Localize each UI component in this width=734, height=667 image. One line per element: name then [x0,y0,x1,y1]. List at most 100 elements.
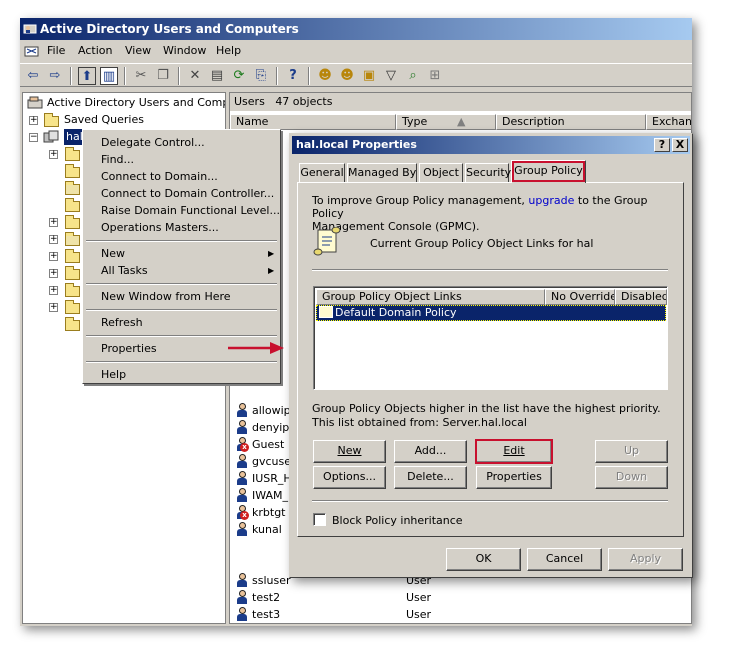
menu-item-delegate-control[interactable]: Delegate Control... [101,136,205,149]
up-button[interactable]: Up [595,440,668,463]
delete-button[interactable]: Delete... [394,466,467,489]
tab-group-policy[interactable]: Group Policy [511,160,586,183]
close-icon[interactable]: X [672,138,688,152]
menu-help[interactable]: Help [216,44,241,57]
apply-button[interactable]: Apply [608,548,683,571]
expand-icon[interactable]: + [49,150,58,159]
menu-bar: File Action View Window Help [20,41,692,61]
new-group-icon[interactable]: ☻ [338,67,356,85]
new-ou-icon[interactable]: ▣ [360,67,378,85]
list-item[interactable]: IWAM_ [236,488,288,504]
refresh-icon[interactable]: ⟳ [230,67,248,85]
expand-icon[interactable]: + [49,269,58,278]
expand-icon[interactable]: + [49,218,58,227]
gpo-row-default-domain-policy[interactable]: Default Domain Policy [316,305,666,321]
menu-item-help[interactable]: Help [101,368,126,381]
expand-icon[interactable]: + [49,252,58,261]
cancel-button[interactable]: Cancel [527,548,602,571]
gpo-column-no-override[interactable]: No Override [545,289,615,305]
tab-managed-by[interactable]: Managed By [347,163,417,182]
cut-icon[interactable]: ✂ [132,67,150,85]
filter-icon[interactable]: ▽ [382,67,400,85]
add-button[interactable]: Add... [394,440,467,463]
upgrade-link[interactable]: upgrade [528,194,574,207]
down-button[interactable]: Down [595,466,668,489]
gpo-column-disabled[interactable]: Disabled [615,289,667,305]
ou-folder-icon [65,181,80,195]
menu-file[interactable]: File [47,44,65,57]
back-arrow-icon[interactable]: ⇦ [24,67,42,85]
up-folder-icon[interactable]: ⬆ [78,67,96,85]
toolbar: ⇦ ⇨ ⬆ ▥ ✂ ❐ ✕ ▤ ⟳ ⎘ ? ☻ ☻ ▣ ▽ ⌕ ⊞ [20,63,692,87]
list-item[interactable]: allowips [236,403,296,419]
list-item[interactable]: gvcuse [236,454,291,470]
delete-icon[interactable]: ✕ [186,67,204,85]
list-item[interactable]: test3 User [236,607,431,623]
dialog-title-bar[interactable]: hal.local Properties ? X [292,136,690,154]
list-item[interactable]: IUSR_H [236,471,292,487]
expand-icon[interactable]: + [49,303,58,312]
menu-item-all-tasks[interactable]: All Tasks [101,264,148,277]
menu-action[interactable]: Action [78,44,112,57]
forward-arrow-icon[interactable]: ⇨ [46,67,64,85]
mmc-window-icon[interactable] [24,43,40,59]
list-item[interactable]: kunal [236,522,282,538]
list-item[interactable]: test2 User [236,590,431,606]
gpo-links-list[interactable]: Group Policy Object Links No Override Di… [313,286,668,390]
tree-item-saved-queries[interactable]: + Saved Queries [23,112,225,128]
gpo-column-links[interactable]: Group Policy Object Links [316,289,545,305]
folder-icon [65,317,80,331]
edit-button[interactable]: Edit [475,439,553,464]
tab-security[interactable]: Security [465,163,511,182]
menu-view[interactable]: View [125,44,151,57]
menu-item-connect-dc[interactable]: Connect to Domain Controller... [101,187,274,200]
find-icon[interactable]: ⌕ [404,67,422,85]
expand-icon[interactable]: + [49,286,58,295]
menu-item-properties[interactable]: Properties [101,342,157,355]
column-header-exchange[interactable]: Exchang [646,114,691,130]
new-button[interactable]: New [313,440,386,463]
properties-button[interactable]: Properties [476,466,552,489]
menu-item-operations-masters[interactable]: Operations Masters... [101,221,219,234]
list-item[interactable]: ssluser User [236,573,431,589]
export-icon[interactable]: ⎘ [252,67,270,85]
help-icon[interactable]: ? [284,67,302,85]
expand-icon[interactable]: + [29,116,38,125]
list-item[interactable]: x Guest [236,437,284,453]
column-header-description[interactable]: Description [496,114,646,130]
list-item-type: User [406,591,432,604]
list-item-name: Guest [252,438,285,451]
folder-icon [65,147,80,161]
tab-object[interactable]: Object [419,163,463,182]
new-user-icon[interactable]: ☻ [316,67,334,85]
folder-icon [65,249,80,263]
block-inheritance-label: Block Policy inheritance [332,514,463,527]
copy-icon[interactable]: ❐ [154,67,172,85]
policy-scroll-icon [313,227,341,256]
list-header: Users 47 objects [230,93,691,111]
options-button[interactable]: Options... [313,466,386,489]
collapse-icon[interactable]: − [29,133,38,142]
menu-item-raise-level[interactable]: Raise Domain Functional Level... [101,204,280,217]
help-icon[interactable]: ? [654,138,670,152]
show-tree-icon[interactable]: ▥ [100,67,118,85]
tab-general[interactable]: General [299,163,345,182]
properties-icon[interactable]: ▤ [208,67,226,85]
list-item[interactable]: denyips [236,420,295,436]
ok-button[interactable]: OK [446,548,521,571]
menu-item-find[interactable]: Find... [101,153,134,166]
block-inheritance-checkbox[interactable] [313,513,326,526]
menu-item-refresh[interactable]: Refresh [101,316,143,329]
submenu-arrow-icon: ▶ [268,249,275,258]
add-to-group-icon[interactable]: ⊞ [426,67,444,85]
menu-window[interactable]: Window [163,44,206,57]
main-title-bar[interactable]: Active Directory Users and Computers [20,18,692,40]
menu-item-new-window[interactable]: New Window from Here [101,290,231,303]
column-header-name[interactable]: Name [230,114,396,130]
expand-icon[interactable]: + [49,235,58,244]
column-header-type[interactable]: Type ▲ [396,114,496,130]
list-item[interactable]: x krbtgt [236,505,285,521]
menu-item-new[interactable]: New [101,247,125,260]
priority-note: Group Policy Objects higher in the list … [312,402,661,415]
menu-item-connect-domain[interactable]: Connect to Domain... [101,170,218,183]
